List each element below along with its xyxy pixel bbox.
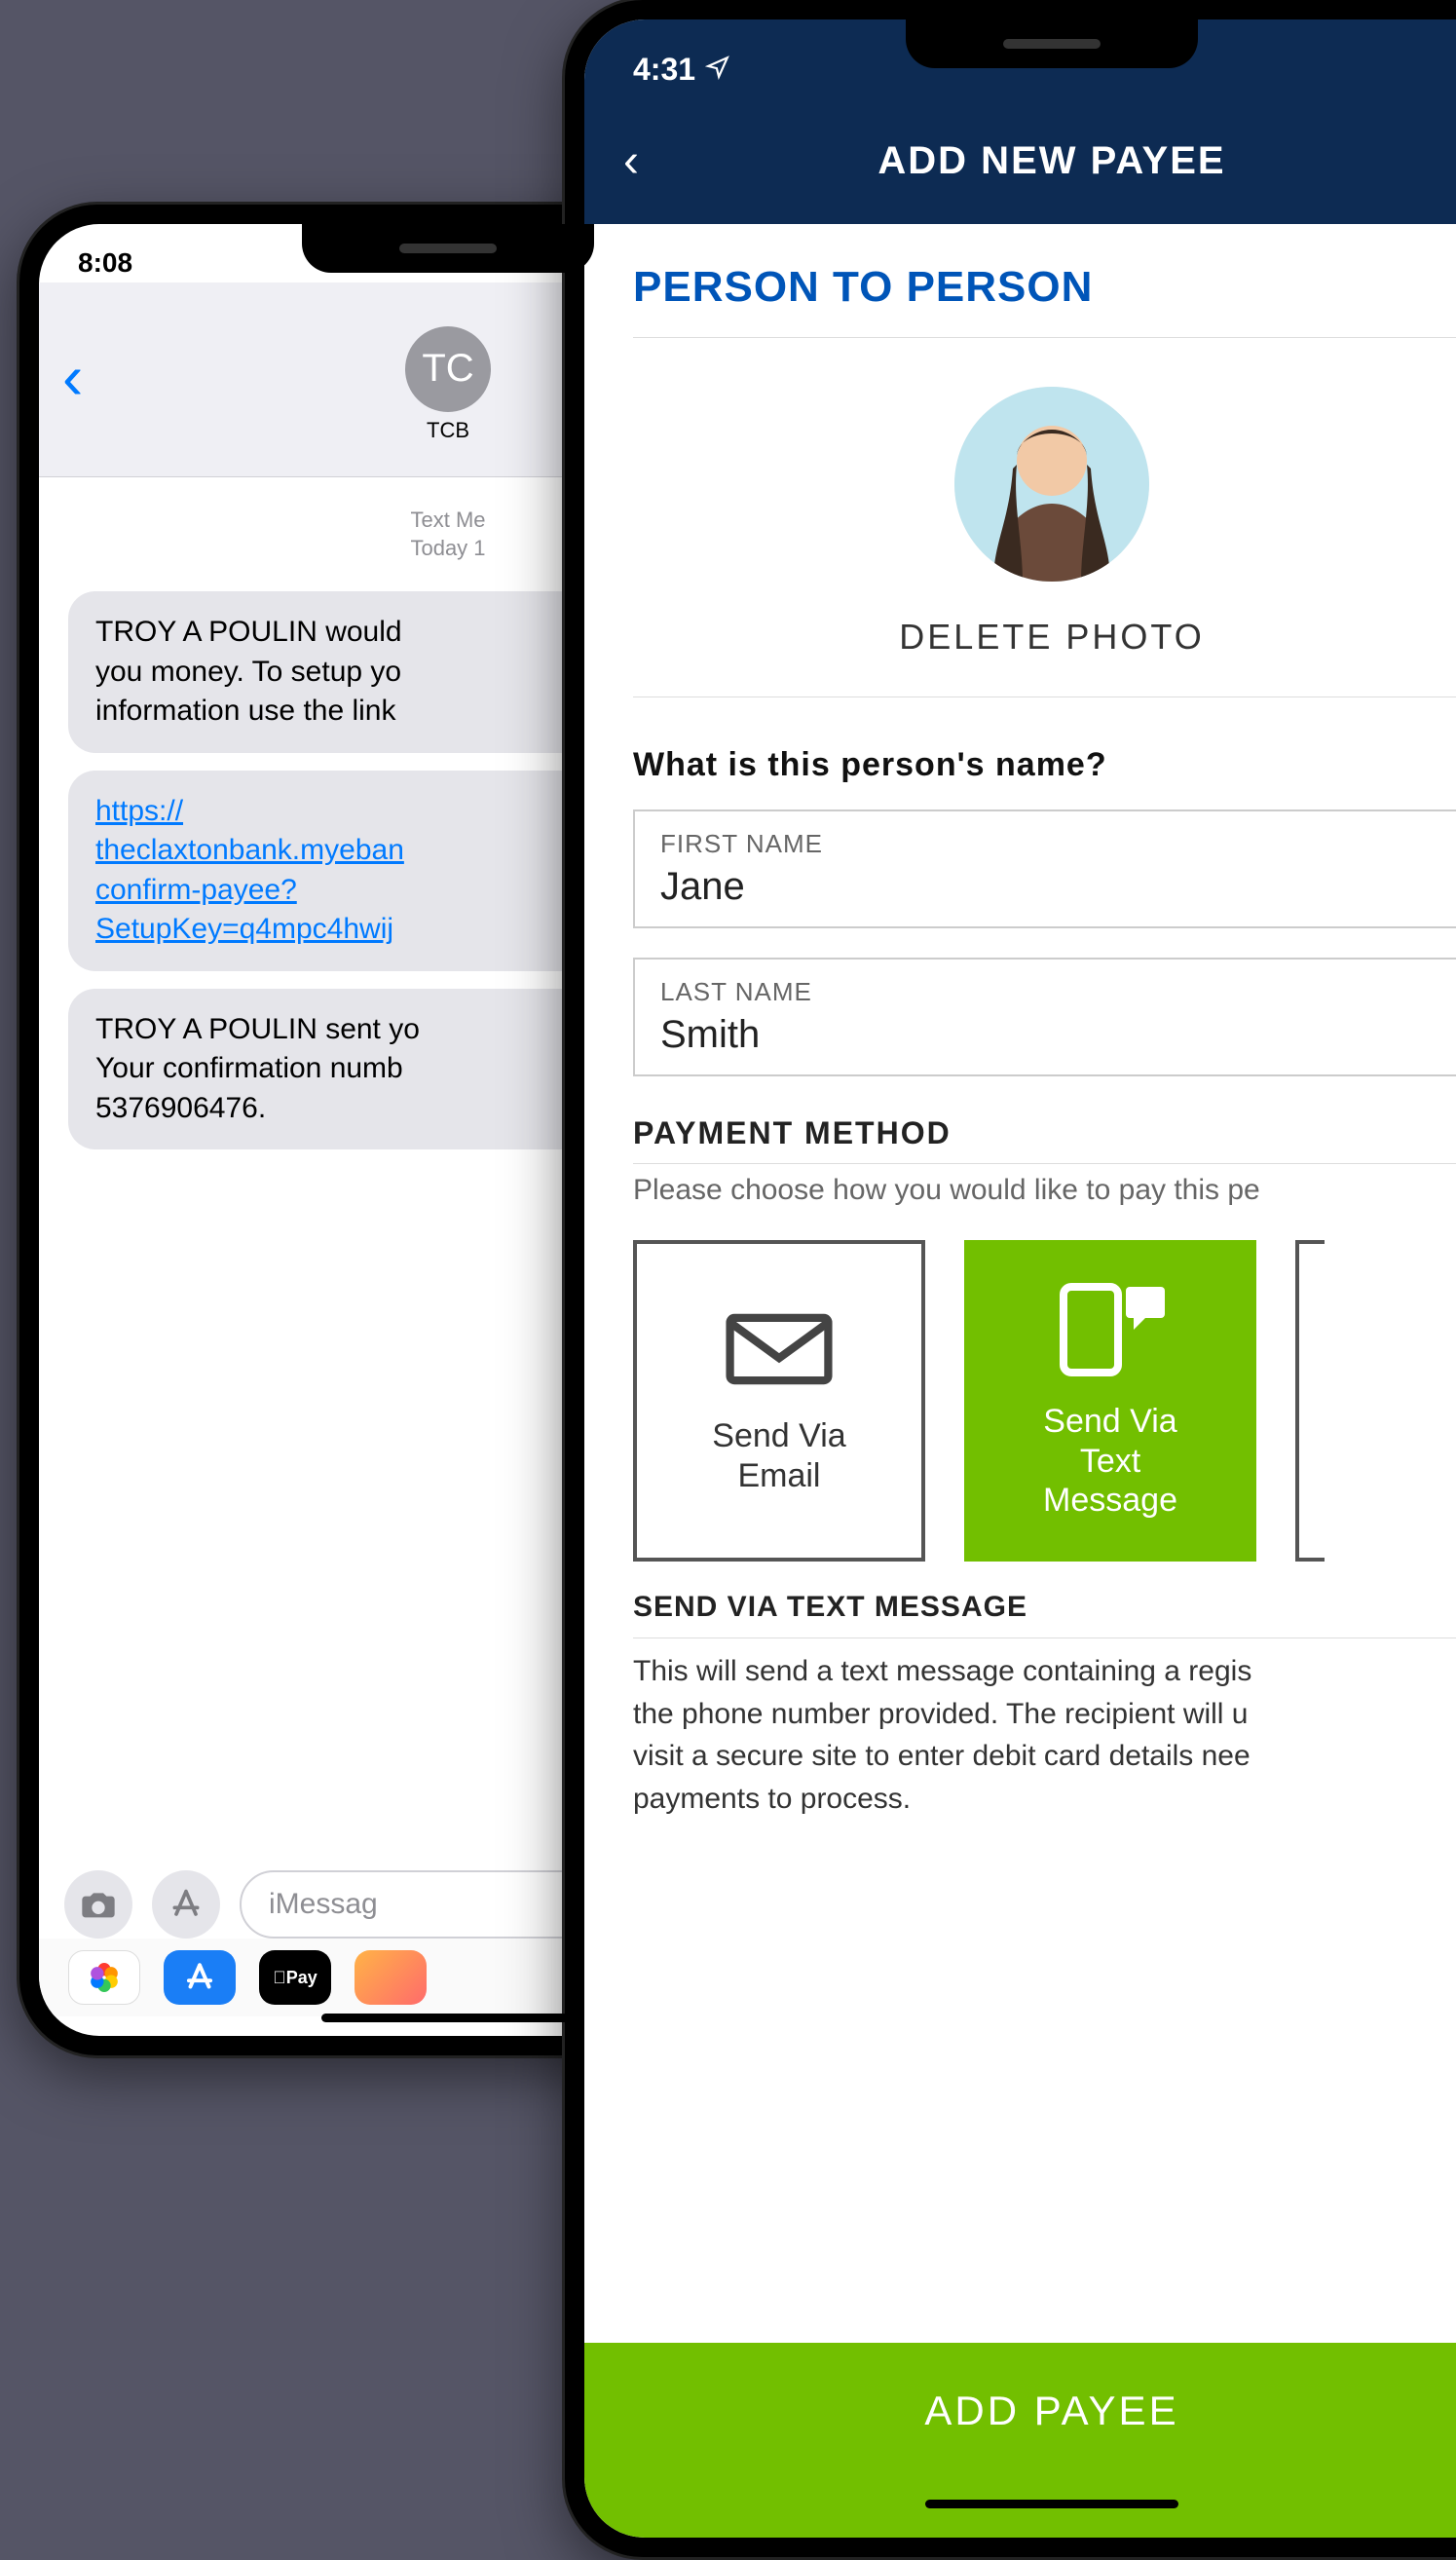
last-name-field[interactable]: LAST NAME Smith <box>633 958 1456 1076</box>
status-time: 4:31 <box>633 52 695 88</box>
back-button[interactable]: ‹ <box>623 134 639 188</box>
notch <box>302 224 594 273</box>
contact-initials: TC <box>422 347 473 391</box>
send-via-desc: This will send a text message containing… <box>633 1650 1456 1820</box>
send-via-heading: SEND VIA TEXT MESSAGE <box>633 1591 1456 1638</box>
appstore-app-icon[interactable] <box>164 1950 236 2005</box>
payment-method-heading: PAYMENT METHOD <box>633 1115 1456 1164</box>
memoji-app-icon[interactable] <box>355 1950 427 2005</box>
payee-photo[interactable] <box>954 387 1149 582</box>
setup-link[interactable]: https:// theclaxtonbank.myeban confirm-p… <box>95 795 404 946</box>
camera-button[interactable] <box>64 1870 132 1939</box>
last-name-label: LAST NAME <box>660 977 1443 1007</box>
home-indicator[interactable] <box>925 2500 1178 2508</box>
third-option-partial[interactable] <box>1295 1240 1325 1562</box>
notch <box>906 19 1198 68</box>
contact-avatar[interactable]: TC <box>405 326 491 412</box>
contact-name: TCB <box>427 418 469 443</box>
nav-bar: ‹ ADD NEW PAYEE <box>584 97 1456 224</box>
form-content: PERSON TO PERSON DELETE PHOTO What is th… <box>584 224 1456 1820</box>
banking-phone: 4:31 ‹ ADD NEW PAYEE PERSON TO PERSON <box>565 0 1456 2557</box>
input-placeholder: iMessag <box>269 1888 378 1921</box>
camera-icon <box>79 1885 118 1924</box>
page-title: ADD NEW PAYEE <box>584 139 1456 183</box>
back-button[interactable]: ‹ <box>62 341 83 413</box>
status-time: 8:08 <box>78 247 132 279</box>
first-name-field[interactable]: FIRST NAME Jane <box>633 809 1456 928</box>
location-icon <box>705 52 730 88</box>
applepay-app-icon[interactable]: Pay <box>259 1950 331 2005</box>
first-name-value: Jane <box>660 865 1443 909</box>
send-via-text-option[interactable]: Send Via Text Message <box>964 1240 1256 1562</box>
applepay-label: Pay <box>273 1968 317 1988</box>
appstore-button[interactable] <box>152 1870 220 1939</box>
option-label: Send Via Text Message <box>1043 1402 1177 1521</box>
send-via-email-option[interactable]: Send Via Email <box>633 1240 925 1562</box>
payment-method-desc: Please choose how you would like to pay … <box>633 1174 1456 1207</box>
photo-section: DELETE PHOTO <box>633 387 1456 697</box>
person-photo-icon <box>954 387 1149 582</box>
appstore-icon <box>167 1885 205 1924</box>
name-question: What is this person's name? <box>633 746 1456 784</box>
payment-method-options: Send Via Email Send Via Text Message <box>633 1240 1456 1562</box>
delete-photo-button[interactable]: DELETE PHOTO <box>633 617 1456 658</box>
add-payee-button[interactable]: ADD PAYEE <box>584 2343 1456 2538</box>
email-icon <box>726 1305 833 1393</box>
section-title: PERSON TO PERSON <box>633 263 1456 338</box>
phone-text-icon <box>1052 1281 1169 1378</box>
option-label: Send Via Email <box>712 1416 845 1496</box>
first-name-label: FIRST NAME <box>660 829 1443 859</box>
photos-app-icon[interactable] <box>68 1950 140 2005</box>
last-name-value: Smith <box>660 1013 1443 1057</box>
add-payee-label: ADD PAYEE <box>924 2388 1178 2434</box>
home-indicator[interactable] <box>321 2014 575 2022</box>
banking-screen: 4:31 ‹ ADD NEW PAYEE PERSON TO PERSON <box>584 19 1456 2538</box>
